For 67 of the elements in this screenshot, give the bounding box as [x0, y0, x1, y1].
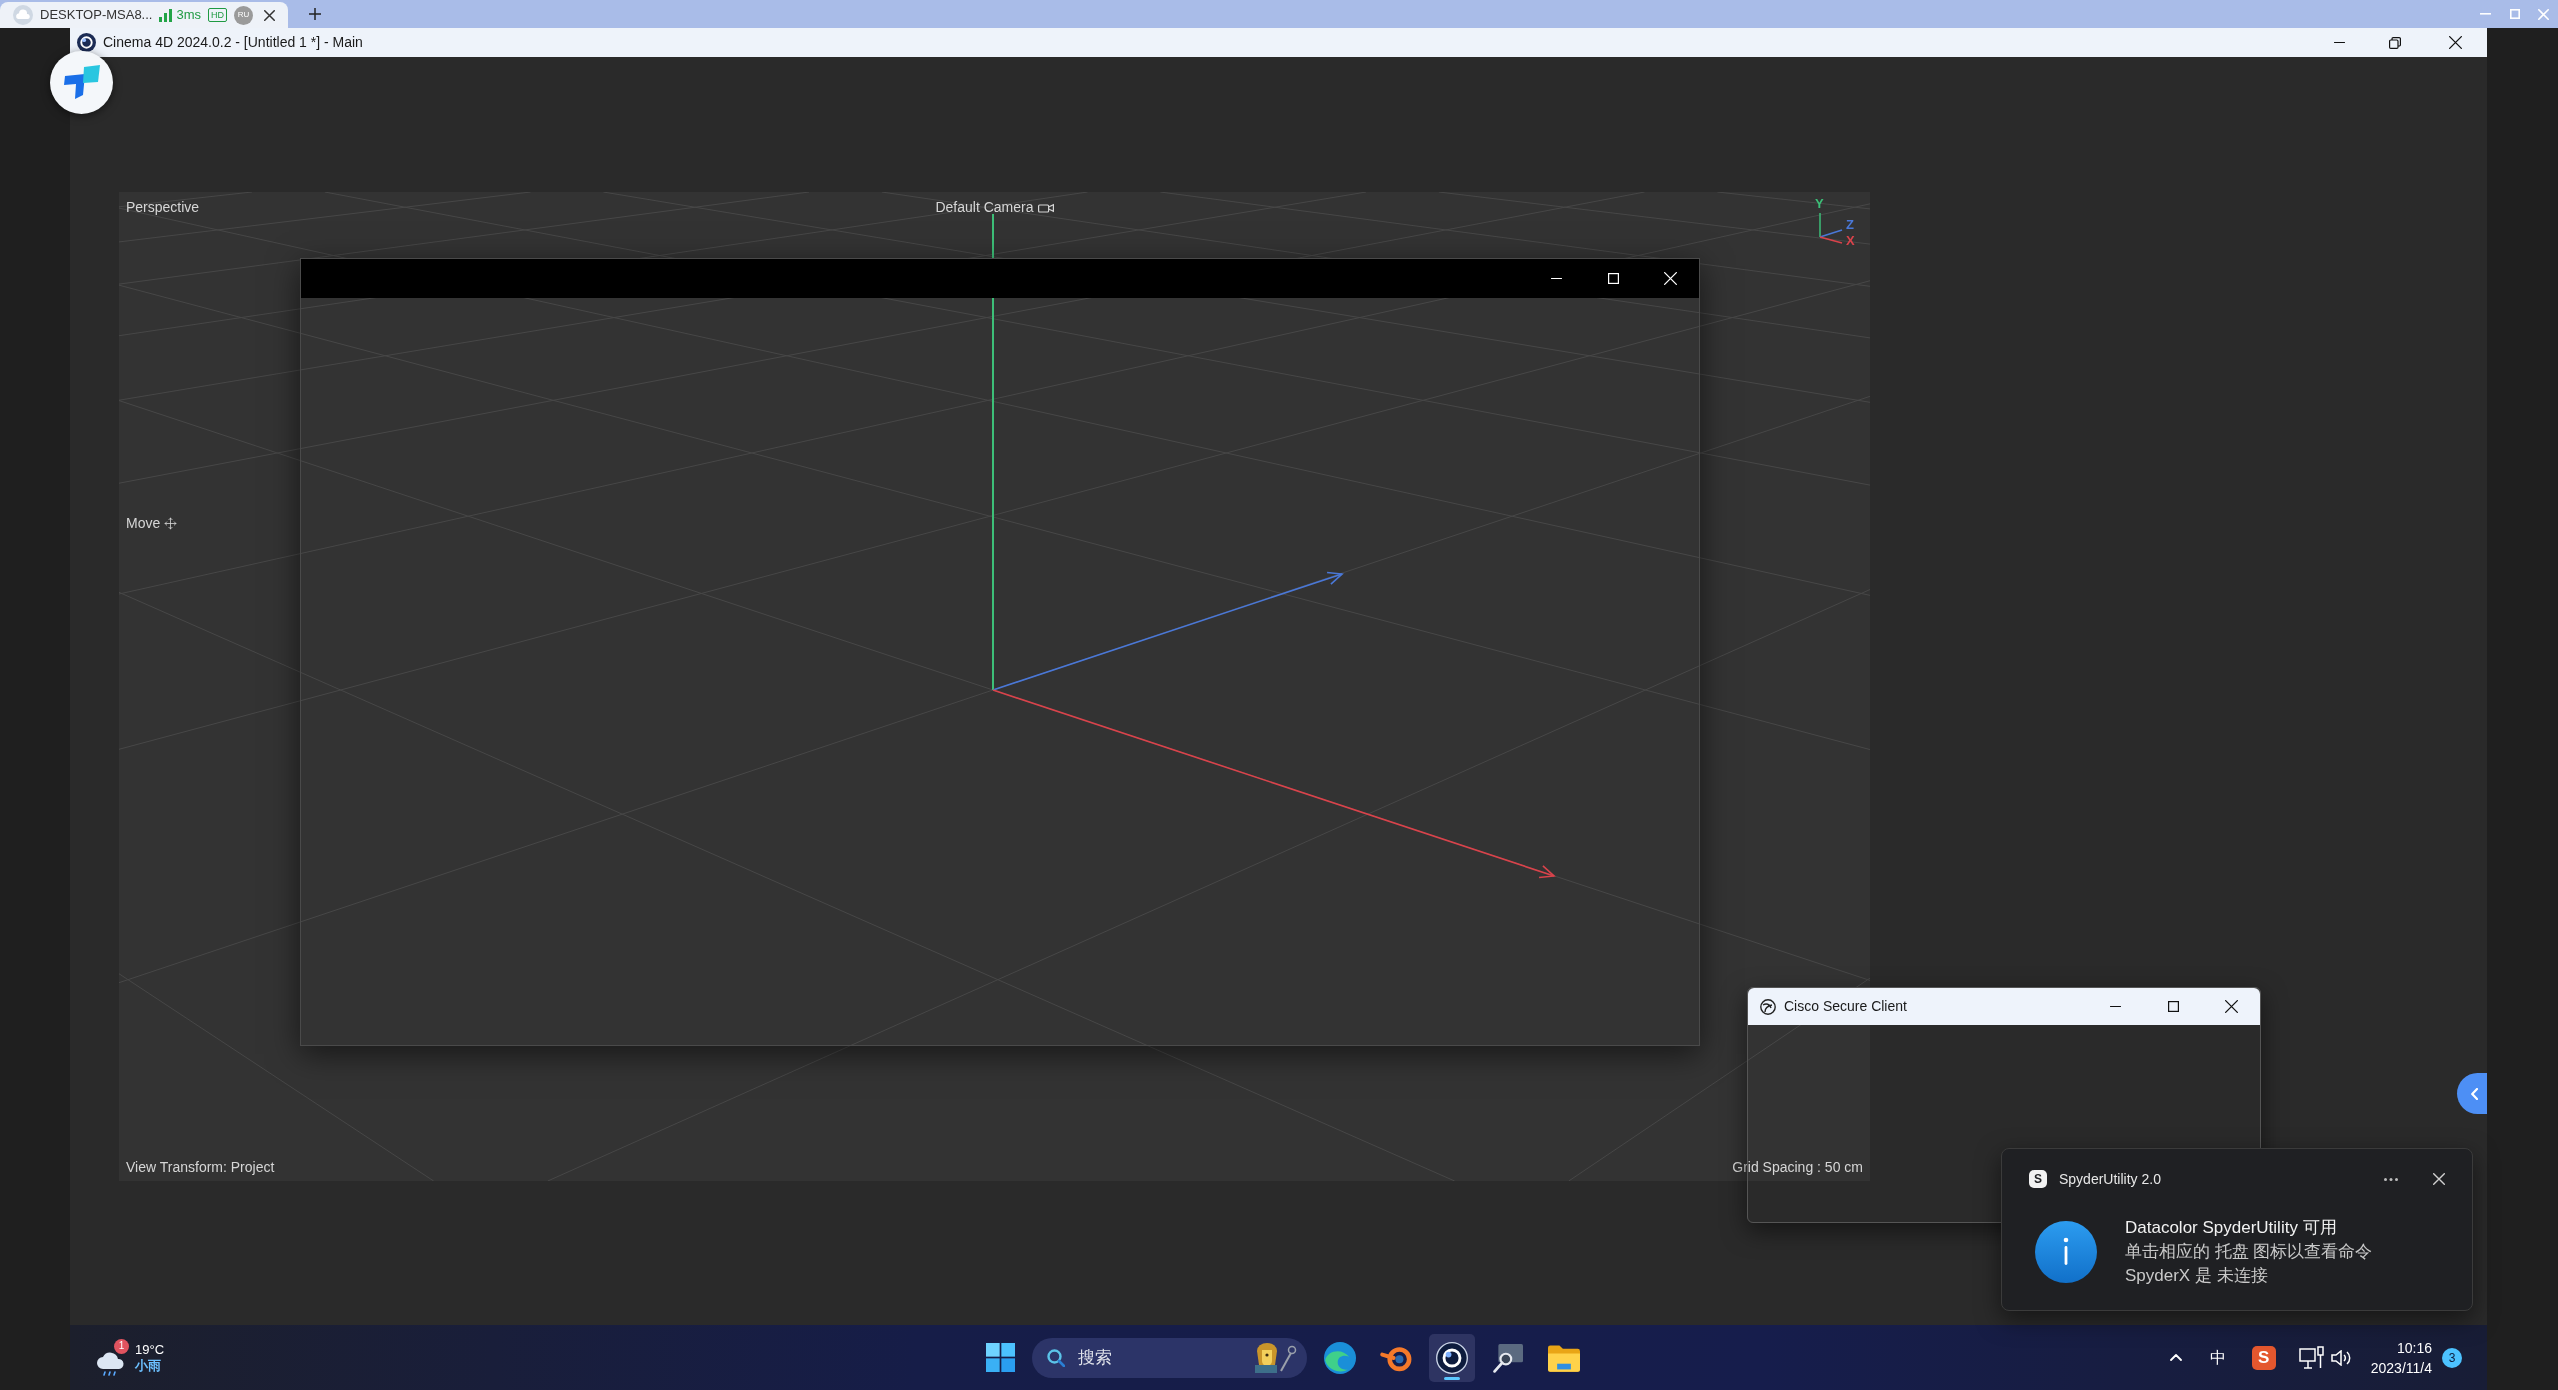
signal-bars-icon — [159, 8, 173, 22]
weather-condition-text: 小雨 — [135, 1357, 162, 1374]
lens-ring-icon — [1436, 1341, 1468, 1374]
close-icon — [2538, 8, 2549, 20]
minimize-icon — [2333, 41, 2345, 44]
view-transform-label: View Transform: Project — [126, 1158, 275, 1177]
swirl-icon — [1324, 1341, 1356, 1374]
minimize-icon — [2480, 13, 2491, 15]
axis-label: Z — [1846, 218, 1854, 231]
notification-toast[interactable]: S SpyderUtility 2.0 Datacolor SpyderUtility 可用 单击相应的 托盘 图标以查看命令 SpyderX 是 未连接 — [2001, 1148, 2473, 1311]
taskbar-app-button[interactable] — [1429, 1333, 1475, 1382]
network-monitor-icon[interactable] — [2298, 1345, 2325, 1370]
minimize-icon — [2109, 1005, 2121, 1008]
camera-label[interactable]: Default Camera — [935, 197, 1034, 218]
folder-icon — [1548, 1343, 1580, 1372]
tool-label: Move — [126, 514, 161, 533]
chevron-up-icon — [2169, 1354, 2182, 1361]
close-icon — [2448, 36, 2462, 49]
restore-icon — [2389, 36, 2401, 49]
clock-time[interactable]: 10:16 — [2396, 1337, 2432, 1358]
maximize-icon — [2167, 1001, 2179, 1012]
clock-date[interactable]: 2023/11/4 — [2370, 1357, 2432, 1378]
minimize-icon — [1551, 277, 1562, 280]
search-field[interactable]: 搜索 — [1032, 1337, 1307, 1378]
latency-text: 3ms — [176, 6, 202, 25]
ime-badge[interactable]: S — [2251, 1345, 2276, 1370]
move-icon — [164, 517, 178, 530]
app-logo-badge: S — [2029, 1170, 2047, 1188]
input-mode-button[interactable]: 中 — [2201, 1337, 2234, 1378]
user-initials-badge: RU — [234, 5, 254, 25]
close-icon — [2433, 1173, 2445, 1185]
temperature-text: 19°C — [135, 1341, 165, 1358]
notification-text: SpyderX 是 未连接 — [2125, 1265, 2269, 1287]
close-icon — [1664, 272, 1677, 285]
quality-badge: HD — [208, 8, 228, 22]
speaker-icon[interactable] — [2330, 1349, 2351, 1366]
camera-icon — [1037, 201, 1054, 214]
alert-badge: 1 — [114, 1338, 129, 1354]
axis-gizmo-drawing — [1818, 211, 1844, 245]
maximize-icon — [2509, 9, 2520, 19]
axis-label: Y — [1815, 197, 1824, 210]
screen-magnifier-icon — [1493, 1342, 1523, 1373]
remote-session-tab[interactable]: DESKTOP-MSA8... 3ms HD RU — [0, 2, 289, 28]
notification-app-name: SpyderUtility 2.0 — [2059, 1169, 2161, 1189]
cloud-avatar-icon — [13, 5, 33, 25]
app-title: Cinema 4D 2024.0.2 - [Untitled 1 *] - Main — [103, 33, 363, 52]
info-icon — [2035, 1221, 2097, 1283]
figure-emblem-icon — [1253, 1342, 1297, 1373]
axis-label: X — [1846, 234, 1855, 247]
notification-text: 单击相应的 托盘 图标以查看命令 — [2125, 1241, 2373, 1263]
circle-swirl-icon — [1760, 998, 1776, 1015]
close-icon — [263, 9, 275, 21]
tab-title: DESKTOP-MSA8... — [40, 6, 153, 25]
four-squares-icon — [985, 1343, 1015, 1372]
maximize-icon — [1608, 273, 1619, 284]
side-panel-toggle[interactable] — [2457, 1073, 2487, 1114]
sphere-app-icon — [77, 33, 96, 52]
view-name-label[interactable]: Perspective — [126, 197, 200, 218]
close-icon — [2224, 1000, 2238, 1013]
notification-count-badge[interactable]: 3 — [2442, 1347, 2462, 1368]
grid-spacing-label: Grid Spacing : 50 cm — [1732, 1158, 1863, 1177]
plus-icon — [309, 8, 322, 20]
floating-logo-icon[interactable] — [50, 51, 113, 114]
chevron-left-icon — [2470, 1087, 2478, 1100]
more-icon — [2384, 1177, 2398, 1181]
search-icon — [1047, 1348, 1065, 1367]
notification-title: Datacolor SpyderUtility 可用 — [2125, 1217, 2338, 1239]
